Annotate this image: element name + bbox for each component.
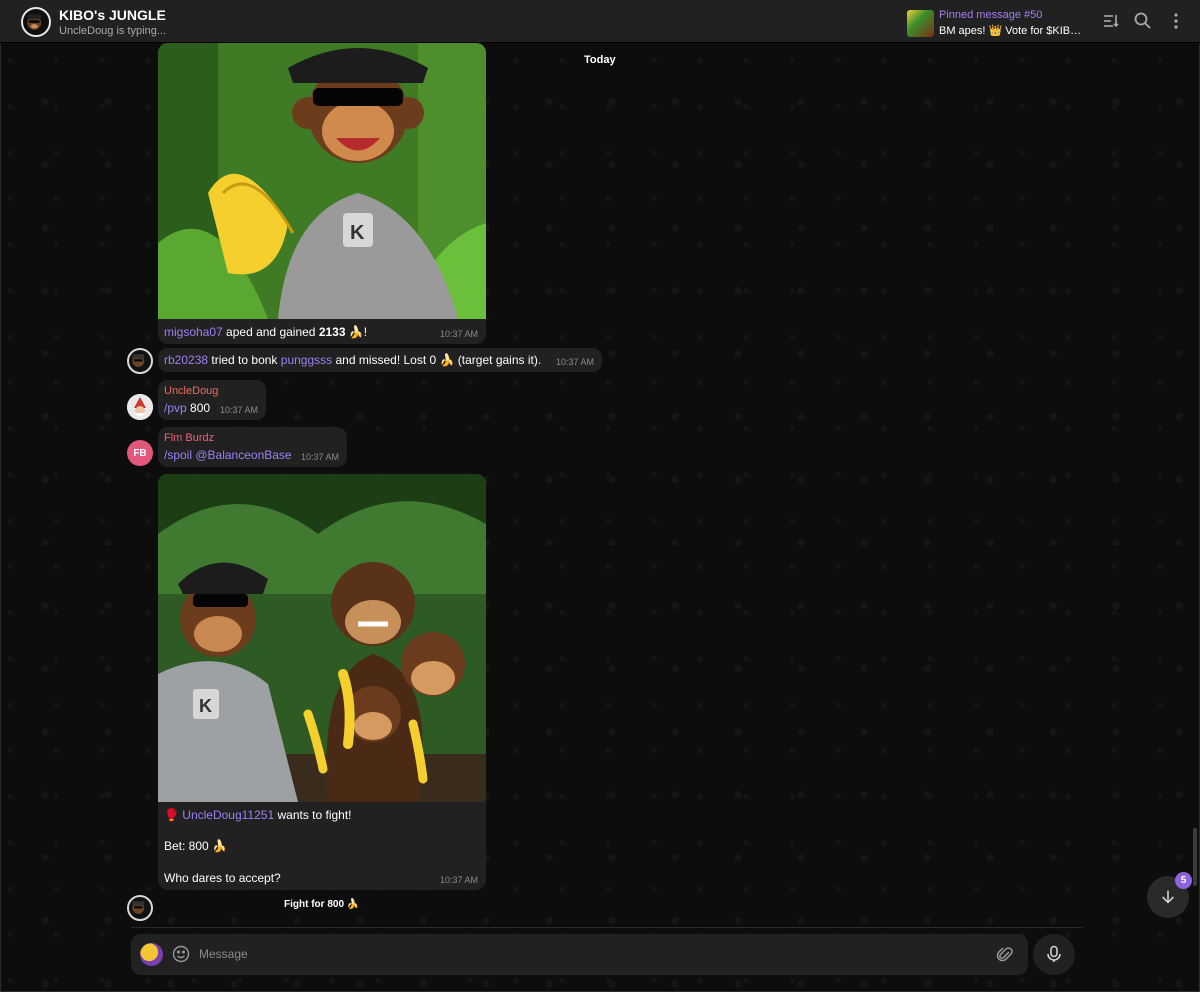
message-text-part: 🥊: [164, 808, 183, 822]
ape-banana-image[interactable]: K: [158, 43, 486, 319]
message-bubble[interactable]: K 🥊 UncleDoug11251 wants to fight! Bet: …: [158, 474, 486, 890]
message-time: 10:37 AM: [300, 452, 339, 462]
pinned-title[interactable]: Pinned message #50: [939, 9, 1042, 21]
date-separator: Today: [584, 54, 616, 66]
avatar[interactable]: [127, 895, 153, 921]
username-link[interactable]: rb20238: [164, 353, 208, 367]
attach-icon[interactable]: [996, 945, 1014, 963]
message-text: 🥊 UncleDoug11251 wants to fight!: [164, 808, 352, 822]
message-text: /pvp 800: [164, 401, 210, 415]
message-bubble[interactable]: UncleDoug /pvp 800 10:37 AM: [158, 380, 266, 420]
message-text-part: 800: [186, 401, 211, 415]
message-text: rb20238 tried to bonk punggsss and misse…: [164, 353, 541, 367]
scrollbar[interactable]: [1193, 828, 1197, 886]
message-text-part: tried to bonk: [208, 353, 281, 367]
divider: [131, 927, 1083, 928]
command-link[interactable]: /spoil @BalanceonBase: [164, 448, 292, 462]
avatar[interactable]: [127, 348, 153, 374]
message-text: migsoha07 aped and gained 2133 🍌!: [164, 325, 367, 339]
mic-icon: [1047, 945, 1061, 962]
message-input[interactable]: Message: [199, 947, 248, 961]
message-bubble[interactable]: Flm Burdz /spoil @BalanceonBase 10:37 AM: [158, 427, 347, 467]
typing-status: UncleDoug is typing...: [59, 25, 166, 37]
sender-name[interactable]: UncleDoug: [164, 385, 218, 397]
amount-text: 2133: [318, 325, 346, 339]
emoji-icon[interactable]: [172, 945, 190, 963]
message-text-part: 🍌!: [345, 325, 368, 339]
username-link[interactable]: punggsss: [281, 353, 332, 367]
bet-text: Bet: 800 🍌: [164, 839, 227, 853]
sender-name[interactable]: Flm Burdz: [164, 432, 214, 444]
avatar[interactable]: FB: [127, 440, 153, 466]
avatar[interactable]: [127, 394, 153, 420]
message-bubble[interactable]: rb20238 tried to bonk punggsss and misse…: [158, 348, 602, 372]
message-time: 10:37 AM: [555, 357, 594, 367]
svg-text:K: K: [199, 696, 212, 716]
message-text-part: wants to fight!: [274, 808, 352, 822]
message-text-part: and missed! Lost 0 🍌 (target gains it).: [332, 353, 542, 367]
username-link[interactable]: UncleDoug11251: [182, 808, 274, 822]
pinned-text[interactable]: BM apes! 👑 Vote for $KIBO o...: [939, 24, 1089, 37]
fight-button[interactable]: Fight for 800 🍌: [284, 899, 359, 910]
command-link[interactable]: /pvp: [164, 401, 187, 415]
challenge-text: Who dares to accept?: [164, 871, 281, 885]
more-vertical-icon[interactable]: [1166, 11, 1186, 31]
chat-title: KIBO's JUNGLE: [59, 7, 166, 23]
ape-fight-image[interactable]: K: [158, 474, 486, 802]
message-composer[interactable]: Message: [131, 934, 1028, 975]
svg-text:K: K: [350, 222, 365, 244]
chat-header[interactable]: KIBO's JUNGLE UncleDoug is typing... Pin…: [0, 0, 1200, 43]
pinned-thumbnail[interactable]: [907, 10, 934, 37]
message-text-part: aped and gained: [222, 325, 319, 339]
voice-record-button[interactable]: [1033, 934, 1075, 975]
search-icon[interactable]: [1133, 11, 1153, 31]
chat-avatar[interactable]: [21, 7, 51, 37]
unread-badge: 5: [1175, 872, 1192, 889]
sort-icon[interactable]: [1101, 11, 1121, 31]
send-as-avatar[interactable]: [140, 943, 163, 966]
message-time: 10:37 AM: [219, 405, 258, 415]
username-link[interactable]: migsoha07: [164, 325, 223, 339]
message-time: 10:37 AM: [439, 875, 478, 885]
message-bubble[interactable]: K migsoha07 aped and gained 2133 🍌! 10:3…: [158, 43, 486, 344]
message-time: 10:37 AM: [439, 329, 478, 339]
arrow-down-icon: [1162, 890, 1174, 904]
avatar-initials: FB: [133, 447, 147, 459]
